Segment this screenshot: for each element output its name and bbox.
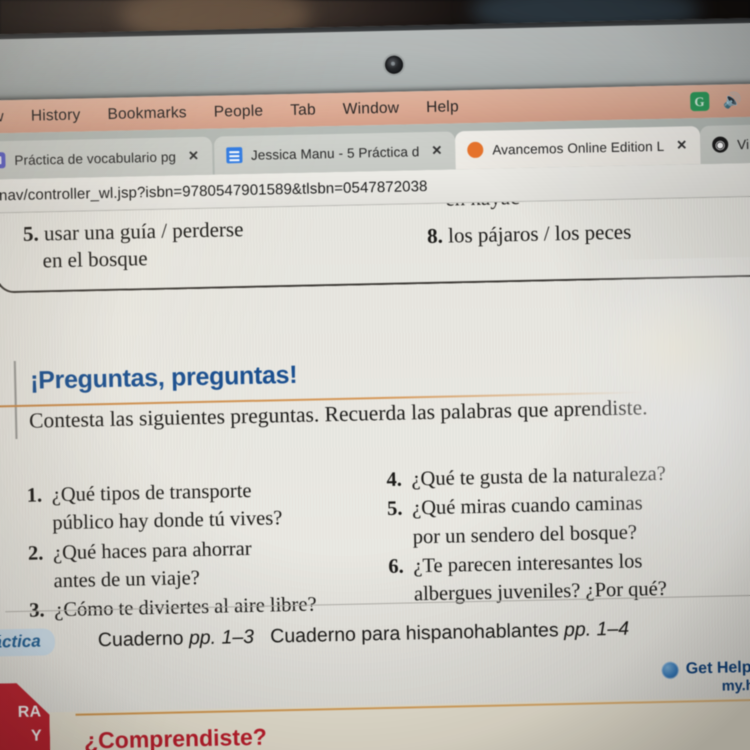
question-6-text-line2: albergues juveniles? ¿Por qué? (413, 577, 668, 606)
section-instructions: Contesta las siguientes preguntas. Recue… (28, 395, 648, 433)
tab-label: Jessica Manu - 5 Práctica d (250, 143, 420, 163)
exercise-5-line2: en el bosque (42, 245, 148, 273)
exercise-8-text: los pájaros / los peces (447, 219, 632, 248)
stop-line-2: Y (30, 727, 43, 745)
comprendiste-section: RA Y NSA ¿Comprendiste? 1. ¿Qué equipo n… (0, 696, 750, 750)
question-4: 4. ¿Qué te gusta de la naturaleza? (386, 461, 666, 494)
menu-item-history[interactable]: History (31, 106, 81, 125)
practice-resources-text: Cuaderno pp. 1–3 Cuaderno para hispanoha… (98, 618, 630, 653)
question-5-text-line2: por un sendero del bosque? (412, 521, 638, 548)
laptop-screen-photo: w History Bookmarks People Tab Window He… (0, 0, 750, 750)
close-icon[interactable]: ✕ (431, 143, 442, 159)
grammarly-icon[interactable]: G (689, 91, 710, 112)
question-2-number: 2. (27, 541, 44, 565)
exercise-5-number: 5. (22, 221, 40, 246)
top-exercise-box: 5. usar una guía / perderse en el bosque… (0, 196, 750, 294)
tab-label: Virginia DMV Driver's Manu (736, 133, 750, 152)
cuaderno-hispanohablantes-pages: pp. 1–4 (563, 617, 630, 642)
get-help-label: Get Help Onl (685, 658, 750, 678)
get-help-row: Get Help Onl (661, 658, 750, 679)
tab-virginia-dmv-drivers-manual[interactable]: ◉ Virginia DMV Driver's Manu (699, 121, 750, 165)
cuaderno-label: Cuaderno (97, 627, 184, 652)
stop-line-1: RA (17, 704, 42, 722)
comprendiste-title: ¿Comprendiste? (83, 723, 268, 750)
cuaderno-pages: pp. 1–3 (188, 625, 255, 650)
menu-item-bookmarks[interactable]: Bookmarks (107, 104, 187, 124)
question-6-number: 6. (388, 555, 404, 578)
question-2: 2. ¿Qué haces para ahorrar antes de un vi… (28, 534, 317, 596)
comprendiste-top-rule (75, 697, 750, 716)
tab-label: Avancemos Online Edition L (492, 138, 665, 158)
question-1-text-line2: público hay donde tú vives? (52, 507, 283, 535)
tab-practica-de-vocabulario[interactable]: Práctica de vocabulario pg ✕ (0, 136, 213, 180)
question-1-text: ¿Qué tipos de transporte (51, 479, 252, 507)
question-4-text: ¿Qué te gusta de la naturaleza? (411, 462, 667, 491)
get-help-online-link[interactable]: Get Help Onl my.hrw.c (661, 658, 750, 696)
menu-item-help[interactable]: Help (426, 98, 459, 117)
textbook-page: 5. usar una guía / perderse en el bosque… (0, 196, 750, 750)
webcam-icon (384, 55, 404, 74)
menu-bar-status-area: G 🔊 ✶ (689, 84, 750, 119)
menu-item-people[interactable]: People (214, 102, 264, 121)
cuaderno-hispanohablantes-label: Cuaderno para hispanohablantes (270, 619, 559, 648)
question-5-text: ¿Qué miras cuando caminas (411, 492, 643, 520)
practica-badge: ráctica (0, 628, 56, 658)
section-3: 3 ¡Preguntas, preguntas! Contesta las si… (0, 344, 750, 440)
hrw-url-text: my.hrw.c (721, 677, 750, 695)
tab-jessica-manu-5-practica[interactable]: Jessica Manu - 5 Práctica d ✕ (213, 131, 456, 175)
menu-item-tab[interactable]: Tab (290, 101, 316, 120)
section-vertical-rule (13, 361, 18, 440)
webcam-glint (390, 61, 396, 66)
screen-contents: w History Bookmarks People Tab Window He… (0, 83, 750, 750)
avancemos-favicon-icon (467, 141, 484, 159)
tab-avancemos-online-edition[interactable]: Avancemos Online Edition L ✕ (454, 126, 701, 170)
tab-label: Práctica de vocabulario pg (14, 148, 177, 168)
docs-favicon-icon (225, 147, 243, 164)
exercise-5-line1: 5. usar una guía / perderse (23, 216, 244, 248)
exercise-item-5: 5. usar una guía / perderse en el bosque (23, 216, 245, 275)
question-1: 1. ¿Qué tipos de transporte público hay d… (26, 477, 315, 539)
question-2-text: ¿Qué haces para ahorrar (52, 537, 252, 564)
close-icon[interactable]: ✕ (188, 148, 199, 164)
para-y-piensa-stop-sign-icon: RA Y NSA (0, 682, 51, 750)
exercise-8-number: 8. (426, 223, 444, 248)
menu-item-window[interactable]: Window (343, 99, 400, 118)
url-text: abnav/controller_wl.jsp?isbn=97805479015… (0, 177, 428, 205)
question-4-number: 4. (386, 468, 403, 491)
volume-icon[interactable]: 🔊 (723, 92, 742, 109)
questions-column-right: 4. ¿Qué te gusta de la naturaleza? 5. ¿Qué… (386, 461, 668, 609)
close-icon[interactable]: ✕ (676, 137, 687, 153)
globe-icon (661, 661, 679, 679)
exercise-item-8: en kayac 8. los pájaros / los peces (426, 196, 632, 250)
slides-favicon-icon (0, 152, 6, 169)
section-title: ¡Preguntas, preguntas! (29, 360, 298, 395)
question-5-number: 5. (386, 497, 403, 521)
question-5: 5. ¿Qué miras cuando caminas por un sende… (387, 490, 668, 552)
question-2-text-line2: antes de un viaje? (53, 566, 201, 592)
questions-column-left: 1. ¿Qué tipos de transporte público hay d… (26, 477, 316, 626)
exercise-5-text: usar una guía / perderse (43, 217, 244, 246)
question-1-number: 1. (26, 484, 43, 507)
globe-favicon-icon: ◉ (711, 136, 729, 153)
menu-item-view[interactable]: w (0, 108, 4, 126)
question-6-text: ¿Te parecen interesantes los (413, 550, 643, 578)
exercise-8-line1: 8. los pájaros / los peces (427, 218, 632, 249)
